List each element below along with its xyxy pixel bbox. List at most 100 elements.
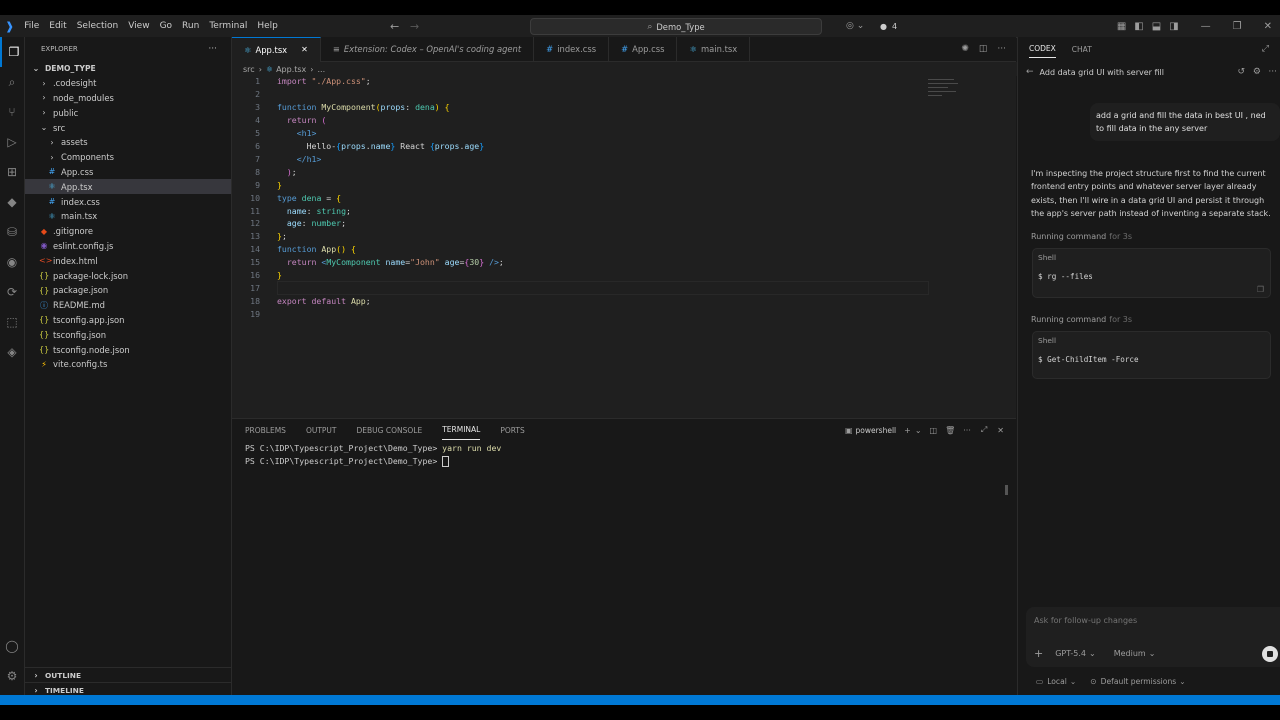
model-select[interactable]: GPT-5.4 ⌄ xyxy=(1055,649,1096,658)
terminal-scrollbar[interactable] xyxy=(1005,485,1008,495)
menu-edit[interactable]: Edit xyxy=(49,21,66,31)
editor-more-icon[interactable]: ··· xyxy=(997,44,1006,54)
manage-gear-icon[interactable]: ⚙ xyxy=(0,661,24,691)
outline-section[interactable]: › OUTLINE xyxy=(25,667,237,683)
search-icon[interactable]: ⌕ xyxy=(0,67,24,97)
new-terminal-icon[interactable]: + xyxy=(904,426,911,435)
restore-icon[interactable]: ❐ xyxy=(1233,21,1242,32)
tree-item[interactable]: {} package.json xyxy=(25,283,231,298)
tree-item[interactable]: {} tsconfig.json xyxy=(25,327,231,342)
editor-tab[interactable]: ≡ Extension: Codex – OpenAI's coding agen… xyxy=(321,37,535,61)
run-status[interactable]: Running command for 3s xyxy=(1031,232,1132,241)
menu-selection[interactable]: Selection xyxy=(77,21,118,31)
maximize-panel-icon[interactable]: ⤢ xyxy=(981,425,987,435)
source-control-icon[interactable]: ⑂ xyxy=(0,97,24,127)
tree-item[interactable]: › .codesight xyxy=(25,76,231,91)
follow-up-input[interactable] xyxy=(1032,612,1256,628)
editor-tab[interactable]: ⚛ App.tsx ✕ xyxy=(232,36,321,62)
effort-select[interactable]: Medium ⌄ xyxy=(1114,649,1156,658)
menu-run[interactable]: Run xyxy=(182,21,199,31)
editor-tab[interactable]: # index.css xyxy=(534,37,610,61)
toggle-panel-icon[interactable]: ⬓ xyxy=(1152,21,1161,32)
forward-arrow-icon[interactable]: → xyxy=(410,20,419,33)
tree-item[interactable]: {} tsconfig.node.json xyxy=(25,342,231,357)
panel-tab-terminal[interactable]: TERMINAL xyxy=(442,420,481,440)
editor-tab[interactable]: ⚛ main.tsx xyxy=(677,37,751,61)
tree-item[interactable]: {} package-lock.json xyxy=(25,268,231,283)
panel-tab-ports[interactable]: PORTS xyxy=(500,421,524,440)
menu-terminal[interactable]: Terminal xyxy=(209,21,247,31)
panel-tab-debug-console[interactable]: DEBUG CONSOLE xyxy=(357,421,423,440)
panel-more-icon[interactable]: ··· xyxy=(963,426,971,435)
tree-item[interactable]: # App.css xyxy=(25,165,231,180)
github-icon[interactable]: ◉ xyxy=(0,247,24,277)
back-arrow-icon[interactable]: ← xyxy=(1026,67,1034,77)
run-debug-icon[interactable]: ▷ xyxy=(0,127,24,157)
container-icon[interactable]: ⬚ xyxy=(0,307,24,337)
close-window-icon[interactable]: ✕ xyxy=(1264,21,1272,32)
command-center-search[interactable]: ⌕ Demo_Type xyxy=(530,18,822,35)
panel-tab-output[interactable]: OUTPUT xyxy=(306,421,337,440)
env-select[interactable]: Local xyxy=(1047,677,1067,686)
customize-layout-icon[interactable]: ▦ xyxy=(1117,21,1126,32)
more-actions-icon[interactable]: ··· xyxy=(208,44,217,54)
breadcrumb-file[interactable]: App.tsx xyxy=(276,65,306,74)
split-terminal-icon[interactable]: ◫ xyxy=(930,426,938,435)
explorer-icon[interactable]: ❐ xyxy=(0,37,26,67)
minimize-icon[interactable]: — xyxy=(1201,21,1211,32)
tree-item[interactable]: <> index.html xyxy=(25,253,231,268)
terminal-shell-label[interactable]: powershell xyxy=(856,426,897,435)
tree-item[interactable]: ⌄ src xyxy=(25,120,231,135)
close-panel-icon[interactable]: ✕ xyxy=(997,426,1004,435)
codex-tab[interactable]: CODEX xyxy=(1029,40,1056,58)
run-status[interactable]: Running command for 3s xyxy=(1031,315,1132,324)
tree-item[interactable]: ◉ eslint.config.js xyxy=(25,239,231,254)
breadcrumb-folder[interactable]: src xyxy=(243,65,255,74)
account-icon[interactable]: ◯ xyxy=(0,631,24,661)
tree-item[interactable]: › assets xyxy=(25,135,231,150)
add-context-icon[interactable]: + xyxy=(1034,647,1043,660)
copilot-icon[interactable]: ◎ ⌄ xyxy=(846,21,864,31)
tree-item[interactable]: › public xyxy=(25,105,231,120)
menu-help[interactable]: Help xyxy=(257,21,278,31)
toggle-sidebar-icon[interactable]: ◧ xyxy=(1134,21,1143,32)
code-editor[interactable]: 1 import "./App.css"; 2 3 function MyCompone… xyxy=(232,76,1016,418)
menu-view[interactable]: View xyxy=(128,21,149,31)
toggle-secondary-sidebar-icon[interactable]: ◨ xyxy=(1169,21,1178,32)
split-editor-icon[interactable]: ◫ xyxy=(979,44,988,54)
remote-icon[interactable]: ⟳ xyxy=(0,277,24,307)
maximize-icon[interactable]: ⤢ xyxy=(1262,44,1269,54)
project-root[interactable]: ⌄ DEMO_TYPE xyxy=(25,61,231,76)
permissions-select[interactable]: Default permissions xyxy=(1101,677,1177,686)
menu-go[interactable]: Go xyxy=(160,21,172,31)
python-env-icon[interactable]: ◈ xyxy=(0,337,24,367)
tree-item[interactable]: ⓘ README.md xyxy=(25,298,231,313)
more-icon[interactable]: ··· xyxy=(1268,67,1277,77)
panel-tab-problems[interactable]: PROBLEMS xyxy=(245,421,286,440)
breadcrumb-symbol[interactable]: ... xyxy=(317,65,325,74)
chevron-down-icon[interactable]: ⌄ xyxy=(915,426,922,435)
history-icon[interactable]: ↺ xyxy=(1237,67,1245,77)
tree-item[interactable]: # index.css xyxy=(25,194,231,209)
settings-icon[interactable]: ⚙ xyxy=(1253,67,1261,77)
tree-item[interactable]: ⚛ App.tsx xyxy=(25,179,231,195)
tree-item[interactable]: › Components xyxy=(25,150,231,165)
openai-icon[interactable]: ✺ xyxy=(961,44,969,54)
tree-item[interactable]: ◆ .gitignore xyxy=(25,224,231,239)
stop-button[interactable] xyxy=(1262,646,1278,662)
copy-icon[interactable]: ❐ xyxy=(1257,285,1264,294)
tree-item[interactable]: {} tsconfig.app.json xyxy=(25,313,231,328)
database-icon[interactable]: ⛁ xyxy=(0,217,24,247)
close-tab-icon[interactable]: ✕ xyxy=(301,45,308,54)
tree-item[interactable]: ⚡ vite.config.ts xyxy=(25,357,231,372)
tree-item[interactable]: › node_modules xyxy=(25,91,231,106)
terminal-output[interactable]: PS C:\IDP\Typescript_Project\Demo_Type> … xyxy=(232,443,1016,469)
chat-tab[interactable]: CHAT xyxy=(1072,45,1092,54)
tree-item[interactable]: ⚛ main.tsx xyxy=(25,209,231,224)
trash-icon[interactable]: 🗑 xyxy=(945,426,955,435)
back-arrow-icon[interactable]: ← xyxy=(390,20,399,33)
editor-tab[interactable]: # App.css xyxy=(609,37,678,61)
menu-file[interactable]: File xyxy=(24,21,39,31)
extensions-icon[interactable]: ⊞ xyxy=(0,157,24,187)
python-icon[interactable]: ◆ xyxy=(0,187,24,217)
